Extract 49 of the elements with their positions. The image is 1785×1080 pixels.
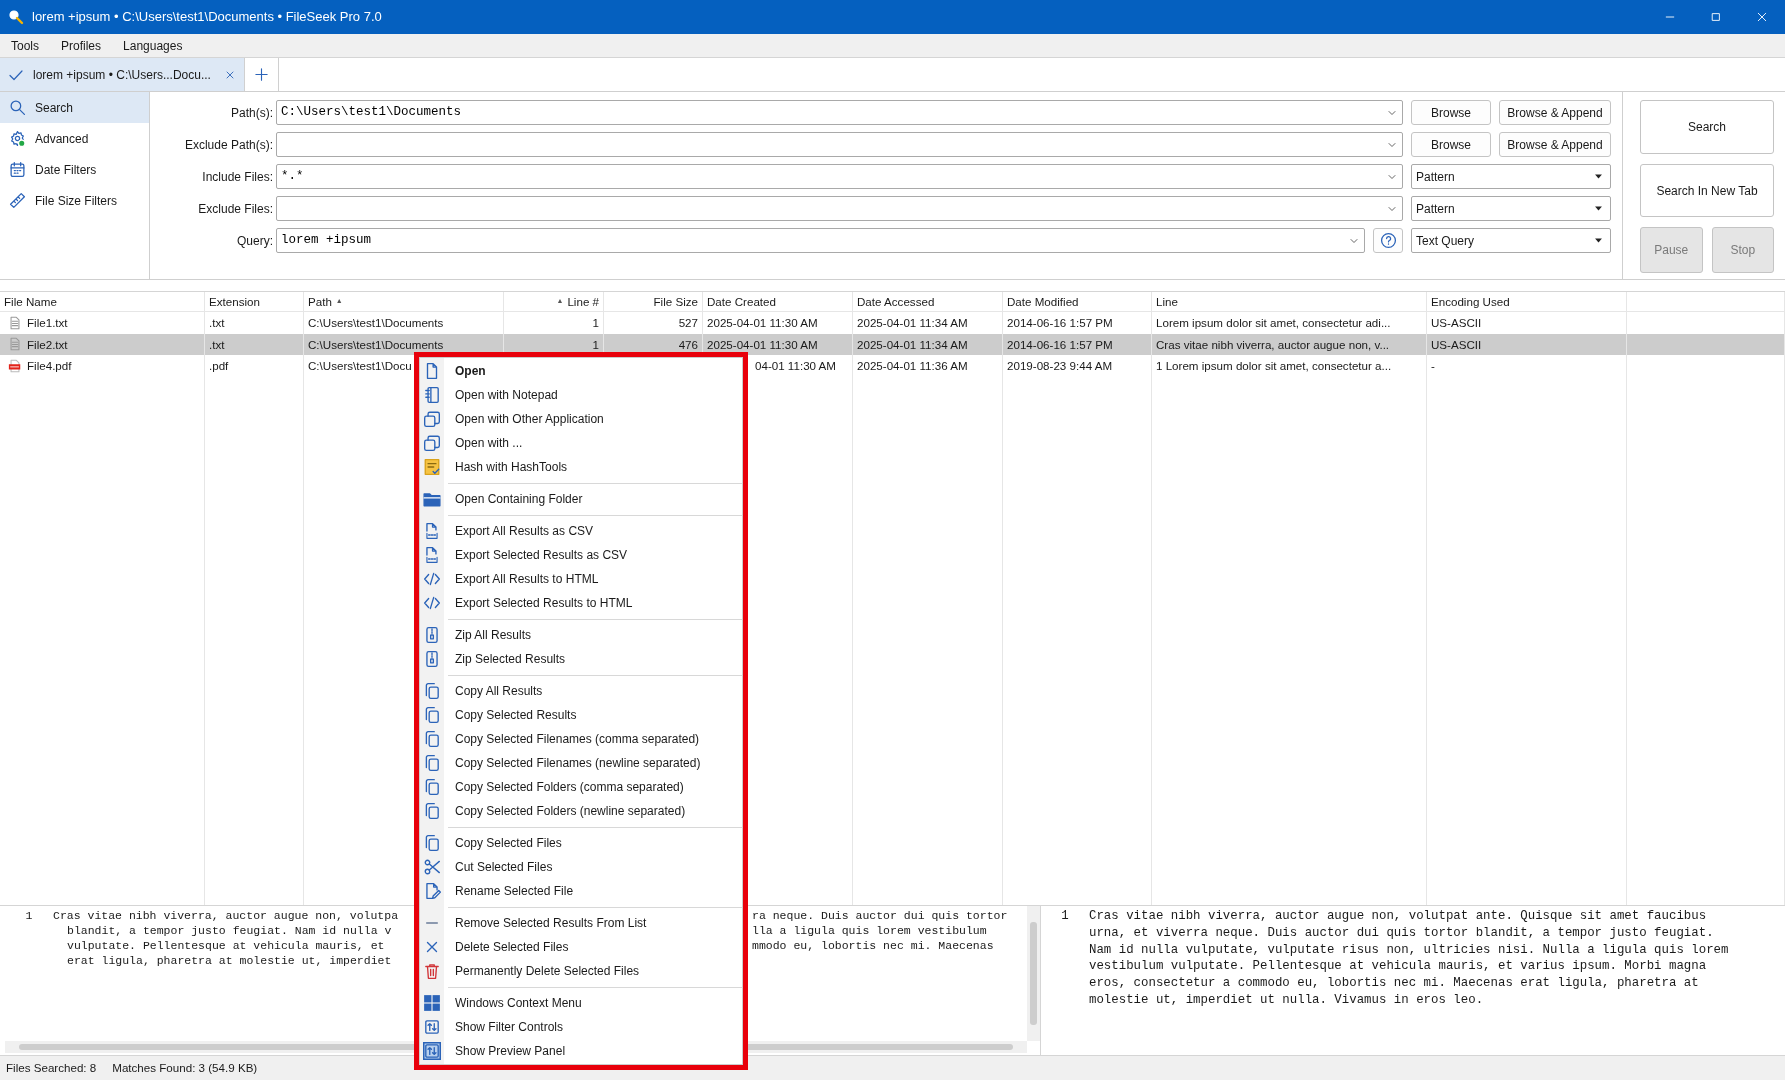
table-cell: 1 (504, 312, 604, 334)
preview-text: Cras vitae nibh viverra, auctor augue non, volutpa (53, 909, 399, 922)
preview-text: vestibulum vulputate. Pellentesque at vehicula mauris, et varius ipsum. Morbi magna (1089, 958, 1708, 976)
table-cell: 2025-04-01 11:34 AM (853, 333, 1003, 355)
preview-text: vulputate. Pellentesque at vehicula mauris, et (67, 939, 385, 952)
file-name: File2.txt (27, 336, 68, 353)
table-cell: - (1427, 355, 1627, 377)
table-cell: C:\Users\test1\Documents (304, 333, 504, 355)
table-cell: 476 (604, 333, 703, 355)
table-cell: US-ASCII (1427, 312, 1627, 334)
field-label: Exclude Path(s): (183, 136, 273, 154)
table-cell: 1 (504, 333, 604, 355)
field-label: Exclude Files: (197, 200, 273, 218)
preview-text: Cras vitae nibh viverra, auctor augue non, volutpat ante. Quisque sit amet faucibus (1089, 908, 1708, 925)
table-cell: Cras vitae nibh viverra, auctor augue non, v... (1152, 333, 1427, 355)
table-cell: US-ASCII (1427, 333, 1627, 355)
preview-text: urna, et viverra neque. Duis auctor dui quis tortor blandit, a tempor justo feugiat. (1089, 924, 1715, 942)
table-cell: 2025-04-01 11:30 AM (703, 312, 853, 334)
line-number: 1 (1060, 908, 1070, 925)
file-name: File4.pdf (27, 358, 72, 375)
preview-text: lla a ligula quis lorem vestibulum (752, 923, 988, 938)
table-cell: 2014-06-16 1:57 PM (1003, 333, 1152, 355)
preview-text: ra neque. Duis auctor dui quis tortor (752, 908, 1009, 923)
status-text: Matches Found: 3 (54.9 KB) (112, 1060, 258, 1077)
table-cell: 527 (604, 312, 703, 334)
field-label: Include Files: (201, 168, 273, 186)
table-cell: 2019-08-23 9:44 AM (1003, 355, 1152, 377)
field-label: Query: (236, 232, 273, 250)
window-title: lorem +ipsum • C:\Users\test1\Documents • FileSeek Pro 7.0 (32, 8, 382, 27)
preview-text: mmodo eu, lobortis nec mi. Maecenas (752, 938, 995, 953)
table-cell: 1 Lorem ipsum dolor sit amet, consectetur a... (1152, 355, 1427, 377)
line-number: 1 (24, 908, 34, 923)
table-cell: 2025-04-01 11:36 AM (853, 355, 1003, 377)
preview-text: blandit, a tempor justo feugiat. Nam id nulla v (67, 924, 392, 937)
table-cell: 2025-04-01 11:34 AM (853, 312, 1003, 334)
preview-text: Nam id nulla vulputate, vulputate risus non, ultricies nisi. Nulla a ligula quis lorem (1089, 941, 1729, 959)
preview-text: eros, consectetur a commodo eu, lobortis nec mi. Maecenas erat ligula, pharetra at (1089, 975, 1700, 992)
table-cell: C:\Users\test1\Documents (304, 312, 504, 334)
table-cell: Lorem ipsum dolor sit amet, consectetur adi... (1152, 312, 1427, 334)
table-cell: 2025-04-01 11:30 AM (703, 333, 853, 355)
field-label: Path(s): (230, 104, 273, 122)
status-text: Files Searched: 8 (6, 1060, 97, 1077)
preview-text: molestie ut, imperdiet ut nulla. Vivamus in eros leo. (1089, 992, 1485, 1009)
table-cell: .pdf (205, 355, 304, 377)
preview-text: erat ligula, pharetra at molestie ut, imperdiet (67, 954, 392, 967)
file-name: File1.txt (27, 315, 68, 332)
table-cell: 2014-06-16 1:57 PM (1003, 312, 1152, 334)
table-cell: .txt (205, 312, 304, 334)
table-cell: .txt (205, 333, 304, 355)
